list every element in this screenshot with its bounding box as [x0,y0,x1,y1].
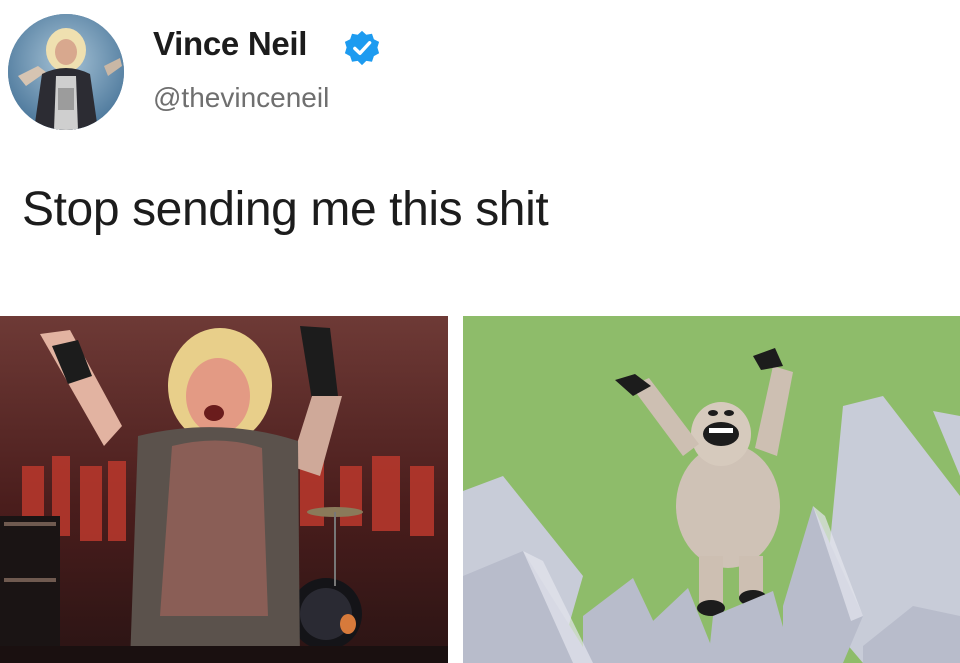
author-handle[interactable]: @thevinceneil [153,82,329,114]
media-image-snow-monster[interactable] [463,316,960,663]
author-avatar[interactable] [8,14,124,130]
author-display-name[interactable]: Vince Neil [153,25,307,63]
verified-badge-icon [344,30,380,66]
tweet-text: Stop sending me this shit [22,183,549,236]
media-image-concert[interactable] [0,316,448,663]
concert-photo [0,316,448,663]
tweet-card: Vince Neil @thevinceneil Stop sending me… [0,0,960,663]
snow-monster-photo [463,316,960,663]
avatar-photo [8,14,124,130]
